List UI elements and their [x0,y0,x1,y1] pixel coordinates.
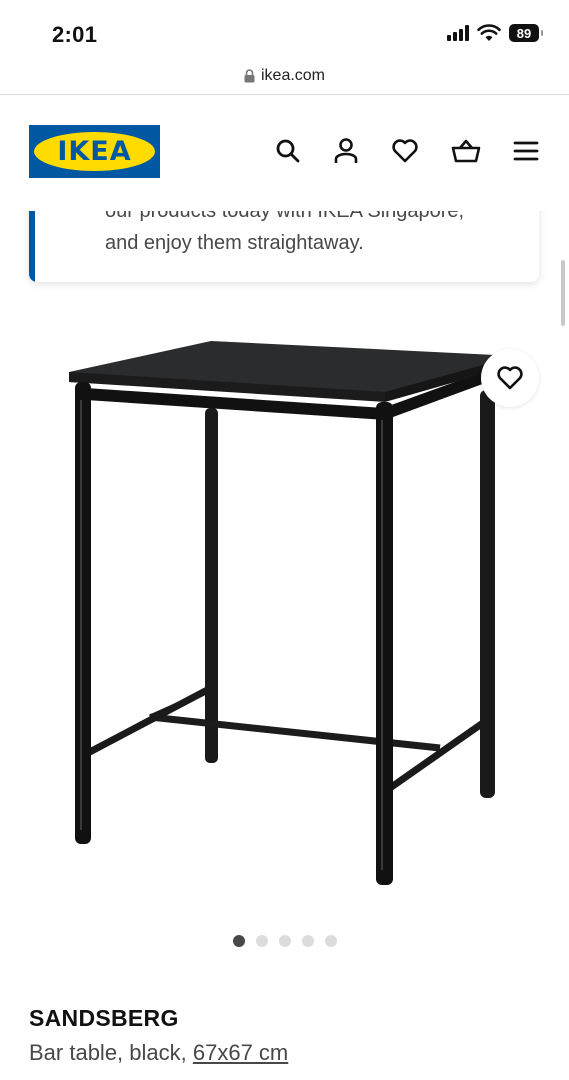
search-icon[interactable] [275,138,301,164]
scrollbar[interactable] [561,260,565,326]
wishlist-heart-icon[interactable] [391,138,419,164]
logo-text: IKEA [57,136,132,167]
carousel-dot[interactable] [255,935,268,947]
status-icons: 89 [447,24,543,42]
product-type: Bar table, black, [29,1040,187,1065]
status-time: 2:01 [52,22,98,47]
site-header: IKEA [0,95,569,211]
banner-text-line2: and enjoy them straightaway. [105,232,364,254]
lock-icon [244,69,255,83]
product-name: SANDSBERG [29,1005,179,1031]
product-description: Bar table, black, 67x67 cm [29,1040,288,1066]
carousel-dot[interactable] [301,935,314,947]
carousel-dot[interactable] [278,935,291,947]
logo-oval: IKEA [34,132,155,171]
carousel-dot[interactable] [232,935,245,947]
address-bar[interactable]: ikea.com [0,58,569,94]
battery-indicator: 89 [509,24,543,42]
heart-icon [497,366,523,390]
menu-icon[interactable] [513,140,539,162]
shopping-basket-icon[interactable] [451,138,481,164]
cellular-signal-icon [447,25,469,41]
add-to-wishlist-button[interactable] [481,349,539,407]
account-icon[interactable] [333,137,359,165]
carousel-dot[interactable] [324,935,337,947]
ikea-logo[interactable]: IKEA [29,125,160,178]
status-bar: 2:01 89 [0,0,569,60]
wifi-icon [477,24,501,41]
product-image[interactable] [0,330,569,900]
product-size-link[interactable]: 67x67 cm [193,1040,288,1065]
url-text: ikea.com [260,67,326,84]
carousel-dots [0,935,569,947]
header-actions [275,137,539,165]
